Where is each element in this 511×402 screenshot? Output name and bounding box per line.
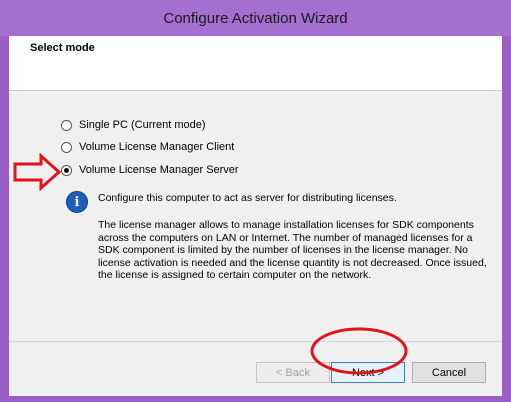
window-title-bar[interactable]: Configure Activation Wizard bbox=[0, 0, 511, 36]
mode-option-vlm-server[interactable]: Volume License Manager Server bbox=[61, 164, 239, 176]
mode-option-vlm-client[interactable]: Volume License Manager Client bbox=[61, 141, 234, 153]
mode-label-vlm-server: Volume License Manager Server bbox=[79, 164, 239, 176]
mode-description: The license manager allows to manage ins… bbox=[98, 219, 487, 281]
red-arrow-annotation bbox=[13, 153, 62, 191]
radio-vlm-server[interactable] bbox=[61, 164, 72, 176]
wizard-content: Single PC (Current mode) Volume License … bbox=[9, 91, 502, 341]
mode-option-single-pc[interactable]: Single PC (Current mode) bbox=[61, 119, 206, 131]
mode-label-vlm-client: Volume License Manager Client bbox=[79, 141, 235, 153]
next-button[interactable]: Next > bbox=[331, 362, 405, 383]
radio-single-pc[interactable] bbox=[61, 119, 72, 131]
cancel-button[interactable]: Cancel bbox=[412, 362, 486, 383]
mode-summary: Configure this computer to act as server… bbox=[98, 192, 397, 204]
back-button[interactable]: < Back bbox=[256, 362, 330, 383]
page-title: Select mode bbox=[30, 42, 95, 54]
radio-vlm-client[interactable] bbox=[61, 141, 72, 153]
wizard-window: Select mode Single PC (Current mode) Vol… bbox=[9, 36, 502, 396]
wizard-header: Select mode bbox=[9, 36, 502, 91]
window-title: Configure Activation Wizard bbox=[163, 9, 348, 27]
mode-label-single-pc: Single PC (Current mode) bbox=[79, 119, 206, 131]
wizard-footer: < Back Next > Cancel bbox=[9, 342, 502, 396]
info-icon: i bbox=[66, 191, 88, 213]
